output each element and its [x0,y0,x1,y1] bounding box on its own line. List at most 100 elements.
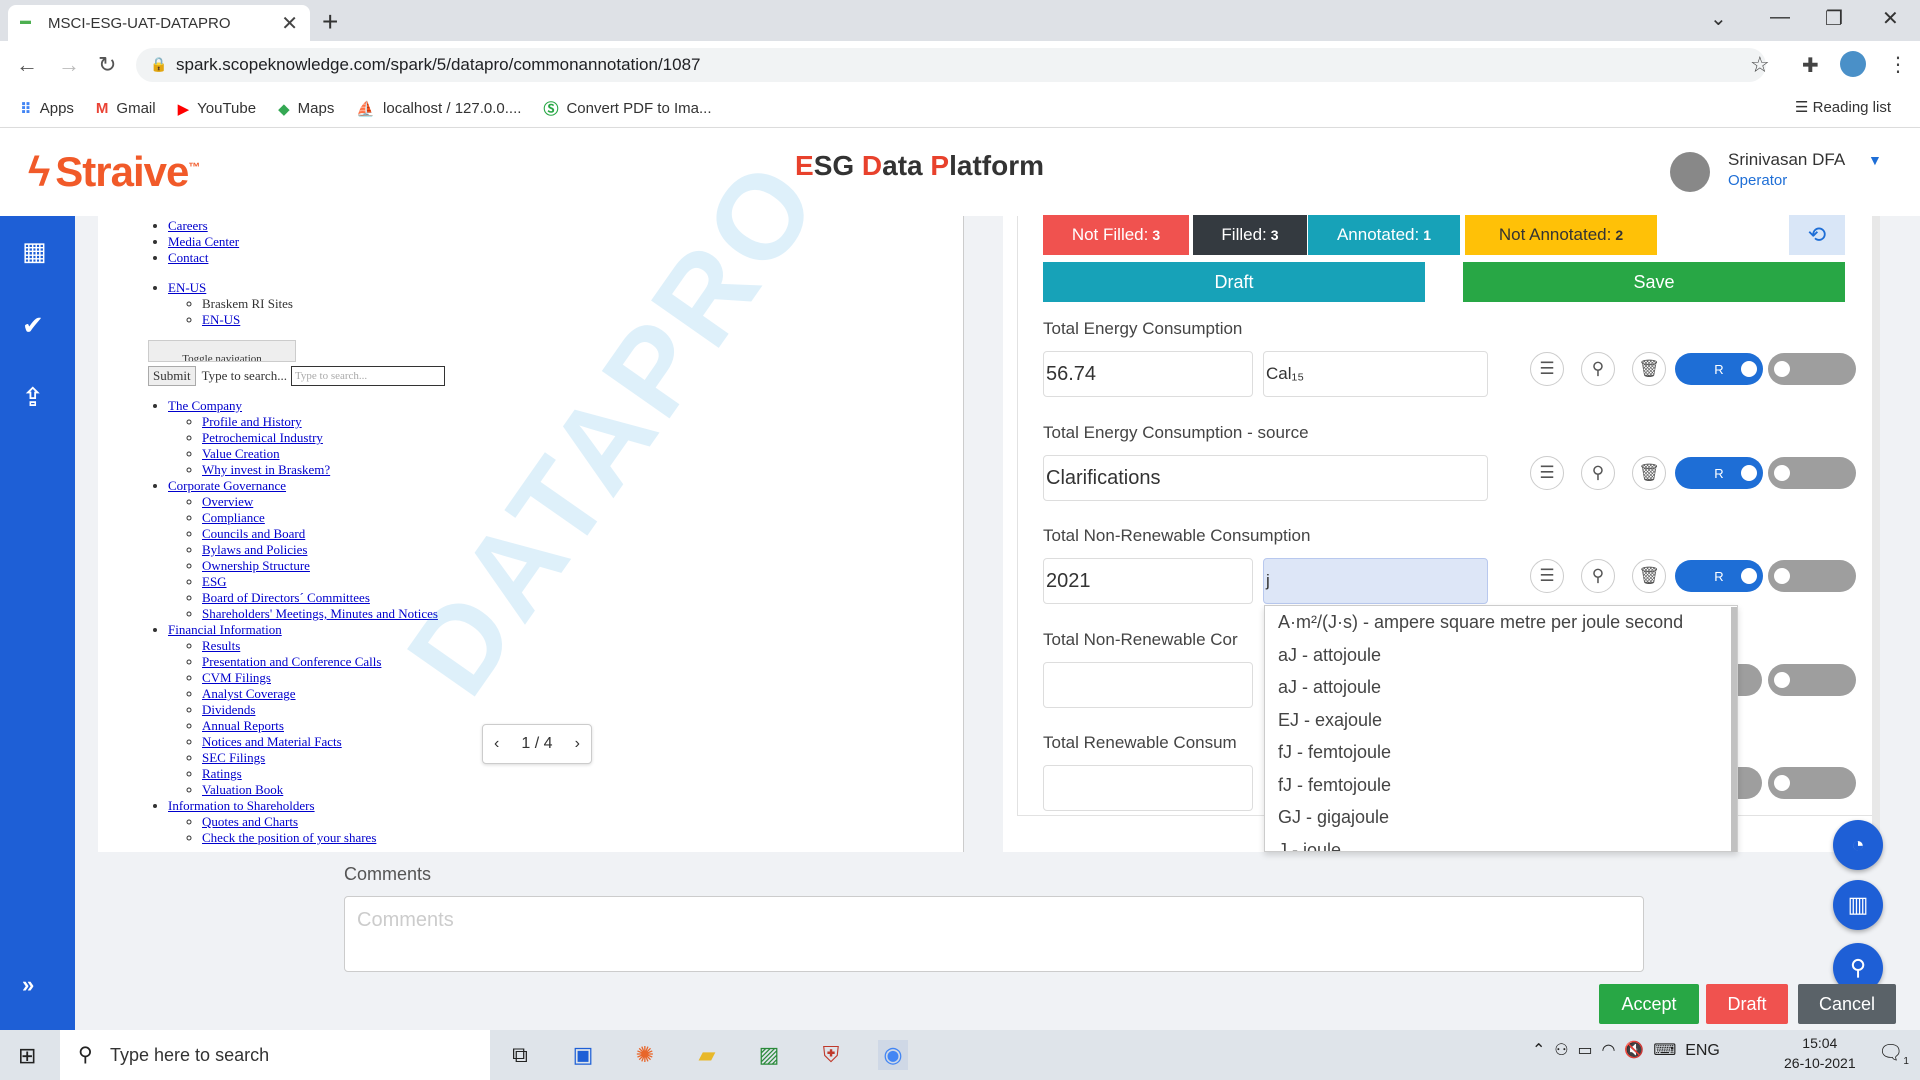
user-avatar[interactable] [1670,152,1710,192]
doc-link[interactable]: Overview [202,494,253,509]
straive-logo[interactable]: ϟ Straive™ [28,148,200,196]
unit-option[interactable]: GJ - gigajoule [1265,801,1737,834]
reviewed-toggle[interactable]: R [1675,457,1763,489]
bookmark-localhost[interactable]: ⛵ localhost / 127.0.0.... [356,100,521,118]
unit-option[interactable]: fJ - femtojoule [1265,769,1737,802]
doc-link[interactable]: Dividends [202,702,255,717]
panel-scrollbar[interactable] [1872,216,1880,852]
value-input[interactable]: 56.74 [1043,351,1253,397]
forward-icon[interactable]: → [58,52,80,78]
doc-link[interactable]: EN-US [202,312,240,327]
bookmark-maps[interactable]: ◆ Maps [278,100,334,118]
doc-link[interactable]: Analyst Coverage [202,686,296,701]
unit-option[interactable]: aJ - attojoule [1265,639,1737,672]
delete-icon[interactable]: 🗑 [1632,456,1666,490]
bookmark-convert-pdf[interactable]: Ⓢ Convert PDF to Ima... [543,98,711,119]
draft-top-button[interactable]: Draft [1043,262,1425,302]
profile-avatar-icon[interactable] [1840,51,1866,77]
secondary-toggle[interactable] [1768,353,1856,385]
list-icon[interactable]: ☰ [1530,352,1564,386]
system-tray[interactable]: ⌃ ⚇ ▭ ◠ 🔇 ⌨ ENG [1532,1040,1720,1060]
dropdown-scrollbar[interactable] [1731,607,1737,852]
tab-search-icon[interactable]: ⌄ [1710,6,1727,31]
next-page-icon[interactable]: › [575,735,580,753]
value-input[interactable]: 2021 [1043,558,1253,604]
doc-scrollbar[interactable] [974,216,980,852]
section-link[interactable]: Information to Shareholders [168,798,315,813]
doc-link[interactable]: Media Center [168,234,239,249]
doc-link[interactable]: Profile and History [202,414,302,429]
user-menu-caret-icon[interactable]: ▼ [1868,152,1882,168]
unit-option[interactable]: aJ - attojoule [1265,671,1737,704]
doc-link[interactable]: Careers [168,218,208,233]
toggle-nav-button[interactable]: Toggle navigation [148,340,296,362]
unit-option[interactable]: A·m²/(J·s) - ampere square metre per jou… [1265,606,1737,639]
doc-link[interactable]: Presentation and Conference Calls [202,654,381,669]
doc-link[interactable]: Contact [168,250,208,265]
expand-sidebar-icon[interactable]: » [22,972,34,998]
back-icon[interactable]: ← [16,52,38,78]
browser-tab[interactable]: ▬ MSCI-ESG-UAT-DATAPRO ✕ [8,5,310,41]
delete-icon[interactable]: 🗑 [1632,352,1666,386]
new-tab-icon[interactable]: + [322,6,338,38]
pie-chart-icon[interactable]: ◔ [1833,820,1883,870]
reviewed-toggle[interactable]: R [1675,560,1763,592]
annotated-badge[interactable]: Annotated: 1 [1308,215,1460,255]
doc-link[interactable]: Annual Reports [202,718,284,733]
delete-icon[interactable]: 🗑 [1632,559,1666,593]
secondary-toggle[interactable] [1768,767,1856,799]
section-link[interactable]: Corporate Governance [168,478,286,493]
comments-textarea[interactable]: Comments [344,896,1644,972]
doc-link[interactable]: Value Creation [202,446,280,461]
doc-link[interactable]: Check the position of your shares [202,830,376,845]
reviewed-toggle[interactable]: R [1675,353,1763,385]
doc-link[interactable]: Petrochemical Industry [202,430,323,445]
bar-chart-icon[interactable]: ▥ [1833,880,1883,930]
source-input[interactable]: Clarifications [1043,455,1488,501]
task-view-icon[interactable]: ⧉ [505,1040,535,1070]
filled-badge[interactable]: Filled: 3 [1193,215,1307,255]
extensions-icon[interactable]: ✚ [1802,53,1819,78]
check-icon[interactable]: ✔ [22,310,44,341]
secondary-toggle[interactable] [1768,560,1856,592]
value-input[interactable] [1043,765,1253,811]
doc-search-input[interactable]: Type to search... [290,366,445,386]
search-icon[interactable]: ⚲ [1581,456,1615,490]
cancel-button[interactable]: Cancel [1798,984,1896,1024]
bookmark-gmail[interactable]: M Gmail [96,100,156,117]
unit-option[interactable]: EJ - exajoule [1265,704,1737,737]
section-link[interactable]: The Company [168,398,242,413]
accept-button[interactable]: Accept [1599,984,1699,1024]
minimize-icon[interactable]: — [1770,6,1790,29]
not-annotated-badge[interactable]: Not Annotated: 2 [1465,215,1657,255]
doc-link[interactable]: Notices and Material Facts [202,734,342,749]
app-orange-icon[interactable]: ✺ [630,1040,660,1070]
file-explorer-icon[interactable]: ▰ [692,1040,722,1070]
doc-link[interactable]: EN-US [168,280,206,295]
url-bar[interactable]: spark.scopeknowledge.com/spark/5/datapro… [136,48,1766,82]
doc-link[interactable]: Valuation Book [202,782,283,797]
doc-link[interactable]: Councils and Board [202,526,305,541]
security-app-icon[interactable]: ⛨ [816,1040,846,1070]
notification-icon[interactable]: 🗨1 [1878,1040,1909,1067]
doc-submit-button[interactable]: Submit [148,366,196,386]
value-input[interactable] [1043,662,1253,708]
list-icon[interactable]: ☰ [1530,559,1564,593]
doc-link[interactable]: SEC Filings [202,750,265,765]
taskbar-search-input[interactable]: Type here to search [60,1030,490,1080]
save-button[interactable]: Save [1463,262,1845,302]
unit-option[interactable]: J - joule [1265,834,1737,852]
doc-link[interactable]: Board of Directors´ Committees [202,590,370,605]
doc-link[interactable]: Why invest in Braskem? [202,462,330,477]
chrome-taskbar-icon[interactable]: ◉ [878,1040,908,1070]
doc-link[interactable]: CVM Filings [202,670,271,685]
doc-link[interactable]: Compliance [202,510,265,525]
maximize-icon[interactable]: ❐ [1825,6,1843,31]
remote-desktop-icon[interactable]: ▣ [568,1040,598,1070]
lock-icon[interactable]: 🔒 [150,56,167,73]
bookmark-star-icon[interactable]: ☆ [1750,52,1770,78]
section-link[interactable]: Financial Information [168,622,282,637]
prev-page-icon[interactable]: ‹ [494,735,499,753]
clock[interactable]: 15:04 26-10-2021 [1784,1033,1856,1073]
windows-start-icon[interactable]: ⊞ [18,1043,36,1069]
